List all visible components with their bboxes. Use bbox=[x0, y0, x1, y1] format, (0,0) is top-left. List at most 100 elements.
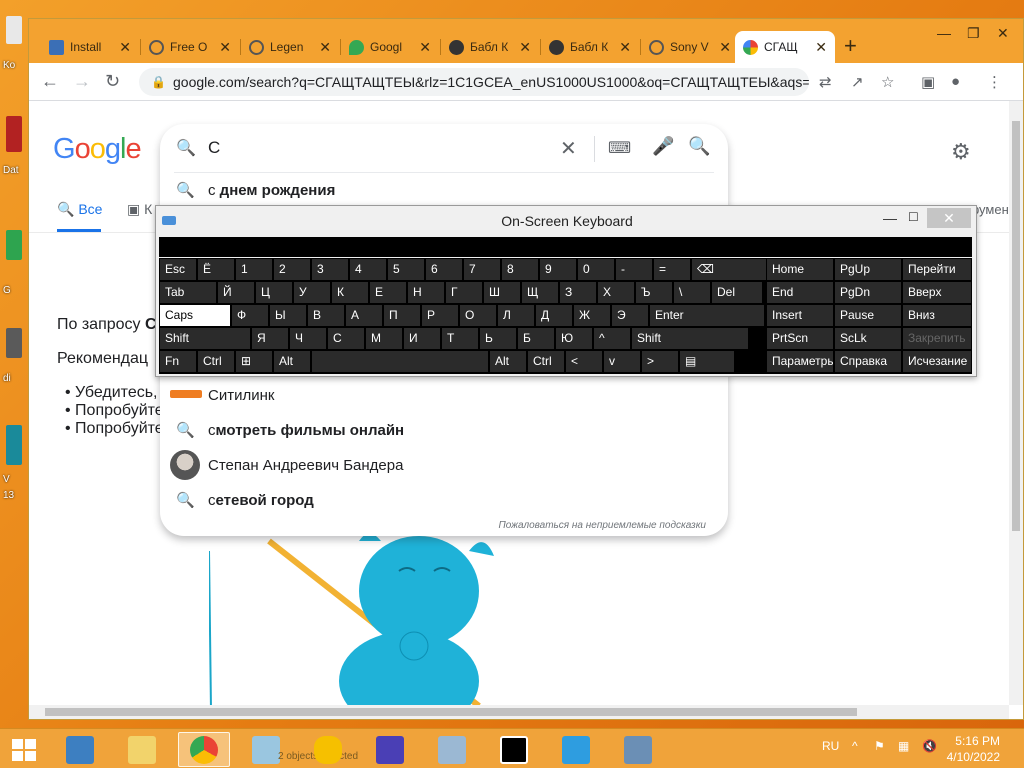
suggestion-item[interactable]: 🔍 с днем рождения bbox=[160, 173, 728, 207]
tab-close-icon[interactable]: ✕ bbox=[219, 39, 231, 56]
share-icon[interactable]: ↗ bbox=[851, 73, 864, 91]
google-logo[interactable]: Google bbox=[53, 133, 142, 166]
report-suggestions-link[interactable]: Пожаловаться на неприемлемые подсказки bbox=[499, 520, 706, 531]
osk-key[interactable]: У bbox=[294, 282, 330, 303]
taskbar-task-manager[interactable] bbox=[426, 732, 478, 767]
osk-key[interactable]: v bbox=[604, 351, 640, 372]
osk-key[interactable]: ⊞ bbox=[236, 351, 272, 372]
osk-key[interactable]: Б bbox=[518, 328, 554, 349]
osk-key[interactable]: 1 bbox=[236, 259, 272, 280]
browser-tab[interactable]: Install ✕ bbox=[41, 31, 139, 63]
osk-nav-key[interactable]: Исчезание bbox=[903, 351, 971, 372]
tab-close-icon[interactable]: ✕ bbox=[419, 39, 431, 56]
osk-nav-key[interactable]: Pause bbox=[835, 305, 901, 326]
osk-key[interactable]: Alt bbox=[490, 351, 526, 372]
osk-nav-key[interactable]: Insert bbox=[767, 305, 833, 326]
osk-key[interactable]: Ф bbox=[232, 305, 268, 326]
suggestion-item[interactable]: Ситилинк bbox=[160, 378, 728, 412]
osk-key[interactable]: Н bbox=[408, 282, 444, 303]
tab-close-icon[interactable]: ✕ bbox=[319, 39, 331, 56]
bookmark-star-icon[interactable]: ☆ bbox=[881, 73, 894, 91]
tab-close-icon[interactable]: ✕ bbox=[719, 39, 731, 56]
osk-key[interactable]: Ж bbox=[574, 305, 610, 326]
taskbar-game[interactable] bbox=[302, 732, 354, 767]
osk-nav-key[interactable]: Вверх bbox=[903, 282, 971, 303]
osk-nav-key[interactable]: Закрепить bbox=[903, 328, 971, 349]
osk-key[interactable] bbox=[312, 351, 488, 372]
osk-key[interactable]: Del bbox=[712, 282, 762, 303]
osk-nav-key[interactable]: PgUp bbox=[835, 259, 901, 280]
browser-tab[interactable]: Бабл К ✕ bbox=[441, 31, 539, 63]
osk-key[interactable]: Й bbox=[218, 282, 254, 303]
scroll-thumb[interactable] bbox=[1012, 121, 1020, 531]
search-input[interactable]: С bbox=[208, 138, 220, 158]
osk-nav-key[interactable]: Справка bbox=[835, 351, 901, 372]
settings-gear-icon[interactable]: ⚙ bbox=[951, 139, 971, 165]
vertical-scrollbar[interactable] bbox=[1009, 101, 1023, 705]
osk-key[interactable]: ⌫ bbox=[692, 259, 766, 280]
osk-key[interactable]: 0 bbox=[578, 259, 614, 280]
browser-tab[interactable]: Legen ✕ bbox=[241, 31, 339, 63]
osk-nav-key[interactable]: Параметры bbox=[767, 351, 833, 372]
desktop-icon-5[interactable] bbox=[6, 425, 22, 465]
tab-close-icon[interactable]: ✕ bbox=[119, 39, 131, 56]
side-panel-icon[interactable]: ▣ bbox=[921, 73, 935, 91]
osk-key[interactable]: 9 bbox=[540, 259, 576, 280]
osk-key[interactable]: Ы bbox=[270, 305, 306, 326]
new-tab-button[interactable]: + bbox=[844, 33, 857, 59]
osk-key[interactable]: 2 bbox=[274, 259, 310, 280]
maximize-icon[interactable]: ❐ bbox=[967, 25, 980, 42]
taskbar-osk[interactable] bbox=[612, 732, 664, 767]
taskbar-file-explorer[interactable] bbox=[116, 732, 168, 767]
browser-tab[interactable]: Бабл К ✕ bbox=[541, 31, 639, 63]
tab-close-icon[interactable]: ✕ bbox=[619, 39, 631, 56]
osk-nav-key[interactable]: ScLk bbox=[835, 328, 901, 349]
osk-key[interactable]: Г bbox=[446, 282, 482, 303]
desktop-icon-1[interactable] bbox=[6, 16, 22, 44]
close-icon[interactable]: ✕ bbox=[927, 208, 971, 228]
osk-key[interactable]: - bbox=[616, 259, 652, 280]
browser-tab[interactable]: Sony V ✕ bbox=[641, 31, 739, 63]
clock[interactable]: 5:16 PM 4/10/2022 bbox=[944, 733, 1000, 765]
osk-key[interactable]: Shift bbox=[160, 328, 250, 349]
osk-key[interactable]: Enter bbox=[650, 305, 764, 326]
back-icon[interactable]: ← bbox=[41, 71, 59, 92]
osk-key[interactable]: И bbox=[404, 328, 440, 349]
taskbar-folder[interactable] bbox=[550, 732, 602, 767]
suggestion-item[interactable]: 🔍 смотреть фильмы онлайн bbox=[160, 413, 728, 447]
osk-nav-key[interactable]: End bbox=[767, 282, 833, 303]
osk-key[interactable]: Ь bbox=[480, 328, 516, 349]
menu-kebab-icon[interactable]: ⋮ bbox=[987, 73, 1002, 91]
osk-key[interactable]: А bbox=[346, 305, 382, 326]
network-icon[interactable]: ▦ bbox=[898, 739, 909, 753]
osk-key[interactable]: С bbox=[328, 328, 364, 349]
osk-key[interactable]: 4 bbox=[350, 259, 386, 280]
osk-key[interactable]: Shift bbox=[632, 328, 748, 349]
osk-key[interactable]: = bbox=[654, 259, 690, 280]
tab-close-icon[interactable]: ✕ bbox=[815, 39, 827, 56]
osk-key[interactable]: Л bbox=[498, 305, 534, 326]
osk-key[interactable]: Ctrl bbox=[198, 351, 234, 372]
osk-key[interactable]: Ц bbox=[256, 282, 292, 303]
osk-key[interactable]: 3 bbox=[312, 259, 348, 280]
browser-tab-active[interactable]: СГАЩ ✕ bbox=[735, 31, 835, 63]
osk-key[interactable]: 7 bbox=[464, 259, 500, 280]
osk-key[interactable]: Caps bbox=[160, 305, 230, 326]
taskbar-control-panel[interactable] bbox=[54, 732, 106, 767]
search-submit-icon[interactable]: 🔍 bbox=[688, 136, 710, 157]
taskbar-7zip[interactable] bbox=[488, 732, 540, 767]
suggestion-item[interactable]: 🔍 сетевой город bbox=[160, 483, 728, 517]
osk-key[interactable]: В bbox=[308, 305, 344, 326]
osk-nav-key[interactable]: Home bbox=[767, 259, 833, 280]
osk-key[interactable]: Tab bbox=[160, 282, 216, 303]
osk-key[interactable]: Ю bbox=[556, 328, 592, 349]
microphone-icon[interactable]: 🎤 bbox=[652, 136, 674, 157]
scroll-thumb[interactable] bbox=[45, 708, 857, 716]
address-bar[interactable]: 🔒 google.com/search?q=СГАЩТАЩТЕЫ&rlz=1C1… bbox=[139, 68, 809, 96]
desktop-icon-4[interactable] bbox=[6, 328, 22, 358]
osk-key[interactable]: Д bbox=[536, 305, 572, 326]
osk-nav-key[interactable]: PrtScn bbox=[767, 328, 833, 349]
osk-nav-key[interactable]: Перейти bbox=[903, 259, 971, 280]
osk-key[interactable]: К bbox=[332, 282, 368, 303]
osk-key[interactable]: Я bbox=[252, 328, 288, 349]
